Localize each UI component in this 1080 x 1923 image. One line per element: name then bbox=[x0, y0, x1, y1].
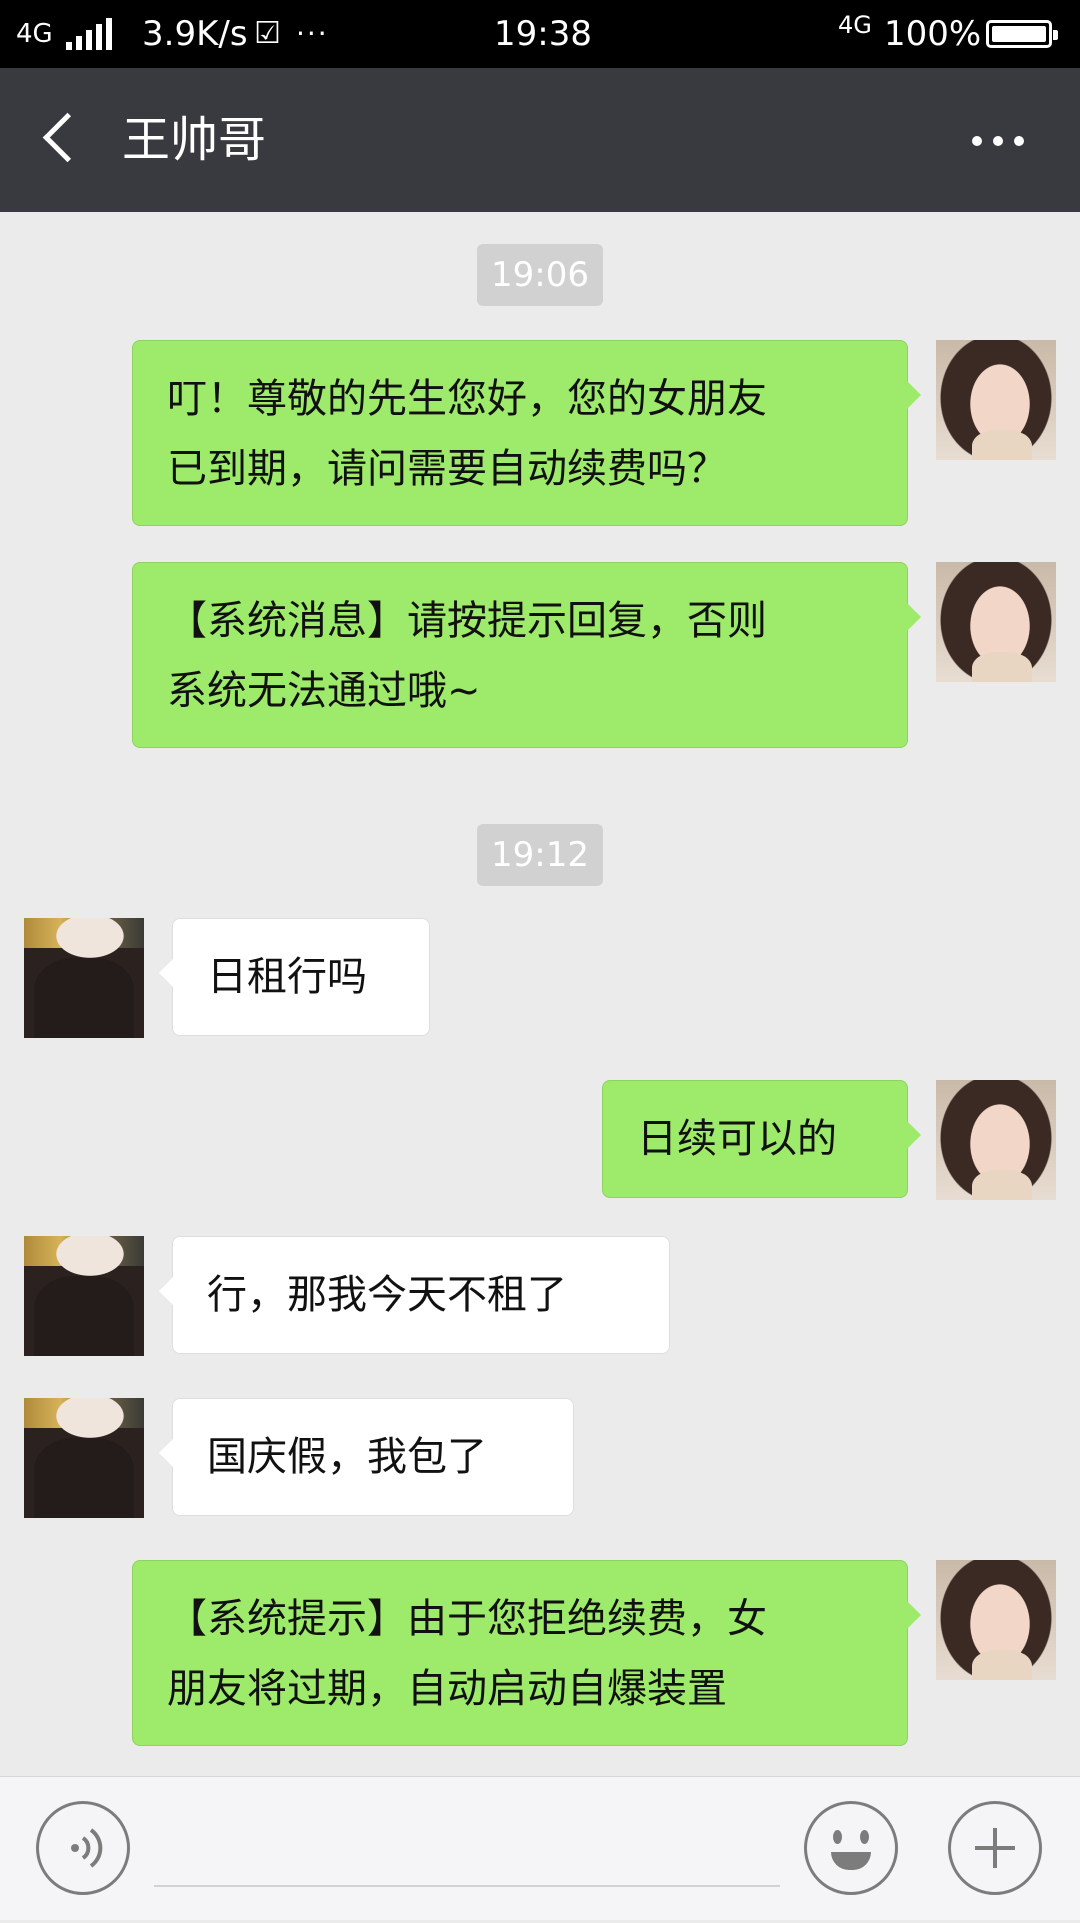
chevron-left-icon[interactable] bbox=[42, 112, 93, 163]
message-bubble[interactable]: 【系统提示】由于您拒绝续费，女 朋友将过期，自动启动自爆装置 bbox=[132, 1560, 921, 1746]
network-type: 4G bbox=[16, 19, 53, 49]
avatar[interactable] bbox=[936, 1080, 1056, 1200]
chat-title: 王帅哥 bbox=[122, 112, 267, 168]
network-type-right: 4G bbox=[838, 11, 872, 39]
message-bubble[interactable]: 行，那我今天不租了 bbox=[159, 1236, 670, 1354]
status-bar: 4G 3.9K/s ☑ ··· 19:38 4G 100% bbox=[0, 0, 1080, 68]
message-text: 国庆假，我包了 bbox=[207, 1434, 487, 1480]
more-notifications: ··· bbox=[296, 17, 329, 50]
avatar[interactable] bbox=[936, 562, 1056, 682]
message-input[interactable] bbox=[154, 1817, 780, 1887]
message-list[interactable]: 19:06 叮！尊敬的先生您好，您的女朋友 已到期，请问需要自动续费吗？ 【系统… bbox=[0, 212, 1080, 1776]
check-icon: ☑ bbox=[254, 16, 281, 51]
voice-icon-glyph bbox=[71, 1828, 103, 1868]
message-line: 已到期，请问需要自动续费吗？ bbox=[167, 446, 727, 492]
message-bubble[interactable]: 日租行吗 bbox=[159, 918, 430, 1036]
input-bar bbox=[0, 1776, 1080, 1920]
more-dots-icon[interactable] bbox=[972, 136, 1024, 146]
emoji-icon[interactable] bbox=[804, 1801, 898, 1895]
message-text: 行，那我今天不租了 bbox=[207, 1272, 567, 1318]
avatar[interactable] bbox=[936, 340, 1056, 460]
voice-icon[interactable] bbox=[36, 1801, 130, 1895]
status-time: 19:38 bbox=[494, 14, 592, 54]
message-line: 【系统提示】由于您拒绝续费，女 bbox=[167, 1596, 767, 1642]
message-bubble[interactable]: 【系统消息】请按提示回复，否则 系统无法通过哦~ bbox=[132, 562, 921, 748]
timestamp: 19:06 bbox=[477, 244, 603, 306]
network-speed: 3.9K/s bbox=[142, 14, 248, 54]
timestamp: 19:12 bbox=[477, 824, 603, 886]
avatar[interactable] bbox=[24, 1236, 144, 1356]
message-line: 系统无法通过哦~ bbox=[167, 668, 481, 714]
avatar[interactable] bbox=[24, 1398, 144, 1518]
message-bubble[interactable]: 日续可以的 bbox=[602, 1080, 921, 1198]
battery-icon bbox=[986, 20, 1058, 48]
battery-percent: 100% bbox=[884, 14, 982, 54]
message-line: 【系统消息】请按提示回复，否则 bbox=[167, 598, 767, 644]
message-text: 日租行吗 bbox=[207, 954, 367, 1000]
message-bubble[interactable]: 叮！尊敬的先生您好，您的女朋友 已到期，请问需要自动续费吗？ bbox=[132, 340, 921, 526]
avatar[interactable] bbox=[24, 918, 144, 1038]
plus-icon[interactable] bbox=[948, 1801, 1042, 1895]
avatar[interactable] bbox=[936, 1560, 1056, 1680]
message-bubble[interactable]: 国庆假，我包了 bbox=[159, 1398, 574, 1516]
message-text: 日续可以的 bbox=[637, 1116, 837, 1162]
message-line: 叮！尊敬的先生您好，您的女朋友 bbox=[167, 376, 767, 422]
chat-header: 王帅哥 bbox=[0, 68, 1080, 212]
message-line: 朋友将过期，自动启动自爆装置 bbox=[167, 1666, 727, 1712]
